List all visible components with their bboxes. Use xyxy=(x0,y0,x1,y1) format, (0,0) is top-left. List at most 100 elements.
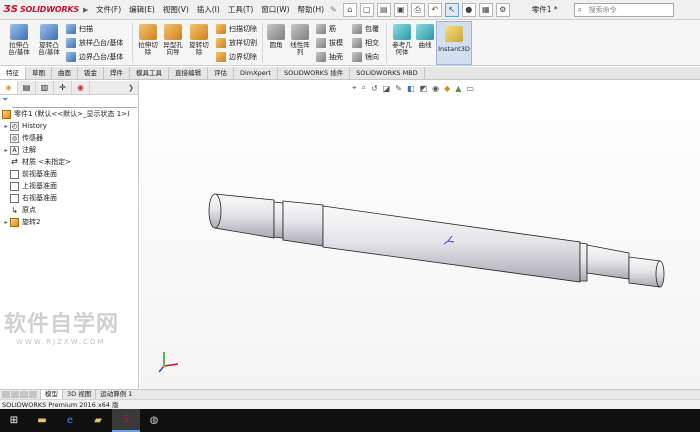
filter-icon[interactable]: ⏷ xyxy=(0,95,138,107)
undo-icon[interactable]: ↶ xyxy=(427,2,442,17)
linear-pattern-button[interactable]: 线性阵 列 xyxy=(287,24,313,56)
filter-input-line[interactable] xyxy=(12,107,137,108)
menu-view[interactable]: 视图(V) xyxy=(159,4,193,15)
sweep-cut-button[interactable]: 扫描切除 xyxy=(216,24,257,34)
tree-item-top-plane[interactable]: 上视基准面 xyxy=(0,180,138,192)
intersect-button[interactable]: 相交 xyxy=(352,38,379,48)
tree-item-front-plane[interactable]: 前视基准面 xyxy=(0,168,138,180)
next-tab-button[interactable] xyxy=(20,391,28,398)
tree-item-right-plane[interactable]: 右视基准面 xyxy=(0,192,138,204)
boundary-boss-button[interactable]: 边界凸台/基体 xyxy=(66,52,123,62)
menu-insert[interactable]: 插入(I) xyxy=(193,4,224,15)
extrude-boss-button[interactable]: 拉伸凸 台/基体 xyxy=(4,24,34,56)
loft-boss-button[interactable]: 放样凸台/基体 xyxy=(66,38,123,48)
tab-sheet-metal[interactable]: 钣金 xyxy=(78,67,104,79)
print-icon[interactable]: ⎙ xyxy=(410,2,425,17)
instant3d-icon xyxy=(445,26,463,42)
instant3d-button[interactable]: Instant3D xyxy=(436,21,472,65)
expand-arrow-icon[interactable]: ▸ xyxy=(2,219,10,226)
tree-item-sensors[interactable]: ◎ 传感器 xyxy=(0,132,138,144)
tree-item-material[interactable]: ⇄ 材质 <未指定> xyxy=(0,156,138,168)
hole-wizard-button[interactable]: 异型孔 向导 xyxy=(160,24,186,56)
tree-item-history[interactable]: ▸ ◴ History xyxy=(0,120,138,132)
draft-button[interactable]: 拔模 xyxy=(316,38,343,48)
file-properties-icon[interactable]: ▦ xyxy=(478,2,493,17)
tree-item-revolve2[interactable]: ▸ 旋转2 xyxy=(0,216,138,228)
rib-icon xyxy=(316,24,326,34)
sweep-button[interactable]: 扫描 xyxy=(66,24,93,34)
prev-tab-button[interactable] xyxy=(11,391,19,398)
property-manager-tab-icon[interactable]: ▤ xyxy=(18,81,36,94)
shaft-model-view[interactable] xyxy=(140,81,700,389)
reference-geometry-button[interactable]: 参考几 何体 xyxy=(388,24,416,56)
tab-evaluate[interactable]: 评估 xyxy=(208,67,234,79)
tab-motion-study[interactable]: 运动算例 1 xyxy=(95,390,136,399)
solidworks-logo[interactable]: ƷS SOLIDWORKS ▶ xyxy=(0,0,92,20)
open-icon[interactable]: ▤ xyxy=(376,2,391,17)
windows-taskbar: ⊞ ▬ e ▰ S ◍ xyxy=(0,409,700,432)
tab-3d-views[interactable]: 3D 视图 xyxy=(62,390,95,399)
tab-sketch[interactable]: 草图 xyxy=(26,67,52,79)
tab-direct-editing[interactable]: 直接编辑 xyxy=(169,67,208,79)
expand-arrow-icon[interactable]: ▸ xyxy=(2,123,10,130)
edge-browser-icon[interactable]: e xyxy=(56,409,84,432)
shell-button[interactable]: 抽壳 xyxy=(316,52,343,62)
menu-file[interactable]: 文件(F) xyxy=(92,4,125,15)
windows-start-icon[interactable]: ⊞ xyxy=(0,409,28,432)
app-taskbar-icon[interactable]: ◍ xyxy=(140,409,168,432)
tree-item-origin[interactable]: ↳ 原点 xyxy=(0,204,138,216)
wrap-button[interactable]: 包覆 xyxy=(352,24,379,34)
extrude-cut-button[interactable]: 拉伸切 除 xyxy=(135,24,161,56)
select-arrow-icon[interactable]: ↖ xyxy=(444,2,459,17)
tab-surfaces[interactable]: 曲面 xyxy=(52,67,78,79)
menu-edit[interactable]: 编辑(E) xyxy=(125,4,159,15)
loft-cut-button[interactable]: 放样切割 xyxy=(216,38,257,48)
menu-window[interactable]: 窗口(W) xyxy=(257,4,293,15)
fillet-button[interactable]: 圆角 xyxy=(265,24,287,49)
shaft-body[interactable] xyxy=(208,193,665,288)
loft-boss-label: 放样凸台/基体 xyxy=(79,39,124,47)
tab-model[interactable]: 模型 xyxy=(40,390,62,399)
expand-arrow-icon[interactable]: ▸ xyxy=(2,147,10,154)
revolve-cut-button[interactable]: 旋转切 除 xyxy=(186,24,212,56)
display-manager-tab-icon[interactable]: ◉ xyxy=(72,81,90,94)
search-commands-input[interactable]: 搜索命令 xyxy=(573,2,674,17)
file-explorer-icon[interactable]: ▬ xyxy=(28,409,56,432)
solidworks-taskbar-icon[interactable]: S xyxy=(112,409,140,432)
last-tab-button[interactable] xyxy=(29,391,37,398)
home-icon[interactable]: ⌂ xyxy=(342,2,357,17)
chevron-right-icon[interactable]: ❯ xyxy=(124,81,138,94)
dimxpert-manager-tab-icon[interactable]: ✛ xyxy=(54,81,72,94)
first-tab-button[interactable] xyxy=(2,391,10,398)
chevron-right-icon[interactable]: ▶ xyxy=(83,6,88,14)
pin-icon[interactable]: ✎ xyxy=(330,5,337,14)
tab-mbd[interactable]: SOLIDWORKS MBD xyxy=(350,67,425,79)
tree-item-annotations[interactable]: ▸ A 注解 xyxy=(0,144,138,156)
tab-features[interactable]: 特征 xyxy=(0,67,26,79)
boundary-cut-button[interactable]: 边界切除 xyxy=(216,52,257,62)
boundary-cut-icon xyxy=(216,52,226,62)
save-icon[interactable]: ▣ xyxy=(393,2,408,17)
revolve-boss-button[interactable]: 旋转凸 台/基体 xyxy=(34,24,64,56)
tab-weldments[interactable]: 焊件 xyxy=(104,67,130,79)
tree-root-part[interactable]: 零件1 (默认<<默认>_显示状态 1>) xyxy=(0,108,138,120)
brand-name: SOLIDWORKS xyxy=(19,5,79,14)
file-manager-icon[interactable]: ▰ xyxy=(84,409,112,432)
configuration-manager-tab-icon[interactable]: ▥ xyxy=(36,81,54,94)
mirror-button[interactable]: 镜向 xyxy=(352,52,379,62)
menu-help[interactable]: 帮助(H) xyxy=(294,4,329,15)
tab-dimxpert[interactable]: DimXpert xyxy=(234,67,278,79)
history-icon: ◴ xyxy=(10,121,19,131)
watermark: 软件自学网 WWW.RJZXW.COM xyxy=(4,306,119,346)
options-gear-icon[interactable]: ⚙ xyxy=(495,2,510,17)
tree-item-label: History xyxy=(22,122,47,130)
tab-mold-tools[interactable]: 模具工具 xyxy=(130,67,169,79)
rib-button[interactable]: 筋 xyxy=(316,24,336,34)
new-document-icon[interactable]: ▢ xyxy=(359,2,374,17)
curves-button[interactable]: 曲线 xyxy=(414,24,436,49)
feature-tree-tab-icon[interactable]: ◈ xyxy=(0,81,18,94)
intersect-icon xyxy=(352,38,362,48)
tab-addins[interactable]: SOLIDWORKS 插件 xyxy=(278,67,351,79)
menu-tools[interactable]: 工具(T) xyxy=(224,4,257,15)
rebuild-icon[interactable]: ● xyxy=(461,2,476,17)
